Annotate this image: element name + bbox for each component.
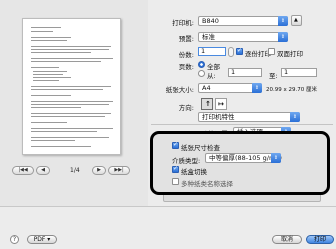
- panel-select[interactable]: 打印机特性 ⇕: [198, 112, 300, 122]
- popup-arrows-icon: ⇕: [278, 32, 288, 42]
- popup-arrows-icon: ⇕: [278, 16, 288, 26]
- paper-settings-checkbox[interactable]: [172, 178, 179, 185]
- preset-value: 标准: [202, 33, 215, 41]
- paper-dimensions: 20.99 x 29.70 厘米: [266, 87, 317, 93]
- portrait-icon: ↑: [205, 100, 211, 108]
- pages-to-label: 至:: [269, 72, 278, 80]
- pdf-button[interactable]: PDF ▾: [27, 235, 57, 244]
- copies-input[interactable]: 1: [198, 47, 226, 56]
- preview-pane: |◀◀ ◀ 1/4 ▶ ▶▶|: [0, 0, 148, 206]
- paper-size-select[interactable]: A4 ⇕: [198, 83, 262, 93]
- popup-arrows-icon: ⇕: [252, 83, 262, 93]
- first-page-button[interactable]: |◀◀: [12, 166, 34, 175]
- pages-from-label: 从:: [207, 72, 216, 80]
- previous-page-button[interactable]: ◀: [36, 166, 50, 175]
- media-type-label: 介质类型:: [172, 157, 201, 165]
- disclosure-button[interactable]: ▲: [291, 15, 302, 26]
- portrait-orientation-button[interactable]: ↑: [201, 98, 213, 110]
- page-preview: [22, 18, 121, 155]
- pages-range-radio[interactable]: [198, 70, 205, 77]
- tray-switch-label: 纸盒切换: [181, 168, 207, 176]
- last-page-button[interactable]: ▶▶|: [108, 166, 130, 175]
- media-type-select[interactable]: 中等偏厚(88-105 g/m2) ⇕: [205, 153, 282, 163]
- divider: [151, 124, 333, 125]
- printer-select[interactable]: B840 ⇕: [198, 16, 288, 26]
- duplex-checkbox[interactable]: [268, 48, 275, 55]
- panel-select-value: 打印机特性: [202, 113, 235, 121]
- pages-label: 页数:: [178, 63, 194, 71]
- preset-label: 预置:: [178, 35, 194, 43]
- popup-arrows-icon: ⇕: [271, 153, 281, 163]
- next-page-button[interactable]: ▶: [92, 166, 106, 175]
- cancel-button[interactable]: 取消: [272, 235, 302, 244]
- landscape-icon: ↦: [218, 100, 224, 108]
- duplex-label: 双面打印: [277, 50, 303, 58]
- printer-value: B840: [202, 17, 219, 25]
- print-button[interactable]: 打印: [306, 235, 334, 244]
- page-count: 1/4: [70, 167, 80, 174]
- popup-arrows-icon: ⇕: [290, 112, 300, 122]
- printer-label: 打印机:: [172, 19, 194, 27]
- orientation-label: 方向:: [178, 104, 194, 112]
- copies-label: 份数:: [178, 51, 194, 59]
- paper-size-value: A4: [202, 84, 211, 92]
- copies-stepper[interactable]: [228, 47, 234, 57]
- paper-check-label: 纸张尺寸检查: [181, 144, 220, 152]
- page-navigation: |◀◀ ◀ 1/4 ▶ ▶▶|: [12, 166, 132, 176]
- disclosure-triangle-icon: ▲: [294, 17, 298, 23]
- landscape-orientation-button[interactable]: ↦: [215, 98, 227, 110]
- pages-all-radio[interactable]: [198, 61, 205, 68]
- pages-to-input[interactable]: 1: [281, 68, 317, 77]
- tray-switch-checkbox[interactable]: [172, 165, 179, 173]
- collate-checkbox[interactable]: [236, 47, 243, 55]
- pages-from-input[interactable]: 1: [228, 68, 262, 77]
- paper-check-checkbox[interactable]: [172, 141, 179, 149]
- paper-settings-label: 多种纸类名称选择: [181, 180, 233, 188]
- paper-size-label: 纸张大小:: [165, 86, 194, 94]
- help-button[interactable]: ?: [10, 235, 19, 244]
- divider: [0, 206, 336, 207]
- preset-select[interactable]: 标准 ⇕: [198, 32, 288, 42]
